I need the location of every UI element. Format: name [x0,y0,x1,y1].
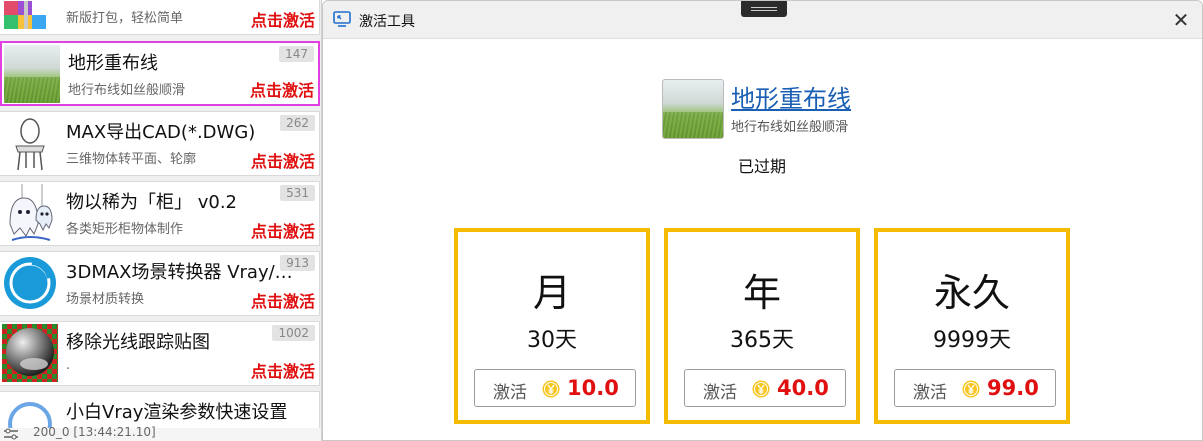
activate-link[interactable]: 点击激活 [251,148,315,172]
plugin-title: 地形重布线 [68,53,158,74]
plugin-item-cabinet[interactable]: 物以稀为「柜」 v0.2 各类矩形柜物体制作 531 点击激活 [0,181,320,246]
dialog-title: 激活工具 [359,14,415,30]
plugin-item-package[interactable]: 新版打包，轻松简单 点击激活 [0,0,320,35]
plugin-desc: 新版打包，轻松简单 [66,11,184,26]
plugin-item-scene-converter[interactable]: 3DMAX场景转换器 Vray/… 场景材质转换 913 点击激活 [0,251,320,316]
plugin-desc: 各类矩形柜物体制作 [66,222,184,237]
plugin-item-max-cad[interactable]: MAX导出CAD(*.DWG) 三维物体转平面、轮廓 262 点击激活 [0,111,320,176]
download-count-badge: 531 [280,185,315,201]
close-button[interactable]: ✕ [1168,7,1194,33]
plugin-desc: 场景材质转换 [66,292,145,307]
drag-handle[interactable] [741,1,787,17]
plan-name: 月 [532,271,571,315]
sliders-icon[interactable] [3,428,19,441]
status-bar: 200_0 [13:44:21.10] [0,425,321,441]
terrain-thumbnail [4,45,60,103]
plugin-title: 小白Vray渲染参数快速设置 [66,402,288,423]
sphere-icon [2,324,58,382]
price: 99.0 [987,376,1039,400]
product-subtitle: 地行布线如丝般顺滑 [731,120,849,135]
plugin-desc: . [66,358,71,373]
ghost-icon [2,184,58,242]
plugin-title: 移除光线跟踪贴图 [66,332,210,353]
activate-link[interactable]: 点击激活 [251,218,315,242]
plan-name: 永久 [933,271,1010,315]
price: 10.0 [567,376,619,400]
license-status: 已过期 [738,157,787,176]
product-name-link[interactable]: 地形重布线 [731,79,851,114]
converter-circle-icon [2,254,58,312]
download-count-badge: 147 [279,46,314,62]
vanity-table-icon [2,114,58,172]
plugin-item-terrain[interactable]: 地形重布线 地行布线如丝般顺滑 147 点击激活 [0,41,320,106]
plugin-list: 新版打包，轻松简单 点击激活 地形重布线 地行布线如丝般顺滑 147 点击激活 … [0,0,322,441]
plan-duration: 9999天 [933,328,1011,353]
plan-duration: 365天 [730,328,794,353]
product-thumbnail [662,79,724,139]
download-count-badge: 913 [280,255,315,271]
plugin-title: 3DMAX场景转换器 Vray/… [66,262,293,283]
price: 40.0 [777,376,829,400]
plan-card-lifetime: 永久 9999天 激活 99.0 [874,228,1070,424]
yuan-coin-icon [752,380,770,398]
archive-icon [2,1,58,29]
activate-lifetime-button[interactable]: 激活 99.0 [894,369,1056,407]
yuan-coin-icon [542,380,560,398]
button-label: 激活 [703,383,737,403]
download-count-badge: 262 [280,115,315,131]
plugin-title: 物以稀为「柜」 v0.2 [66,192,237,213]
plan-name: 年 [742,271,781,315]
activate-link[interactable]: 点击激活 [251,7,315,31]
status-text: 200_0 [13:44:21.10] [33,425,156,439]
plugin-item-remove-raytrace[interactable]: 移除光线跟踪贴图 . 1002 点击激活 [0,321,320,386]
activation-dialog: 激活工具 ✕ 地形重布线 地行布线如丝般顺滑 已过期 月 30天 激活 10.0… [322,0,1203,441]
plugin-desc: 地行布线如丝般顺滑 [68,83,186,98]
plan-duration: 30天 [527,328,577,353]
activate-link[interactable]: 点击激活 [251,358,315,382]
button-label: 激活 [913,383,947,403]
activate-month-button[interactable]: 激活 10.0 [474,369,636,407]
plugin-desc: 三维物体转平面、轮廓 [66,152,197,167]
monitor-icon [333,11,351,28]
download-count-badge: 1002 [272,325,315,341]
plan-card-month: 月 30天 激活 10.0 [454,228,650,424]
activate-year-button[interactable]: 激活 40.0 [684,369,846,407]
plan-card-year: 年 365天 激活 40.0 [664,228,860,424]
yuan-coin-icon [962,380,980,398]
button-label: 激活 [493,383,527,403]
activate-link[interactable]: 点击激活 [250,77,314,101]
plugin-title: MAX导出CAD(*.DWG) [66,122,256,143]
activate-link[interactable]: 点击激活 [251,288,315,312]
